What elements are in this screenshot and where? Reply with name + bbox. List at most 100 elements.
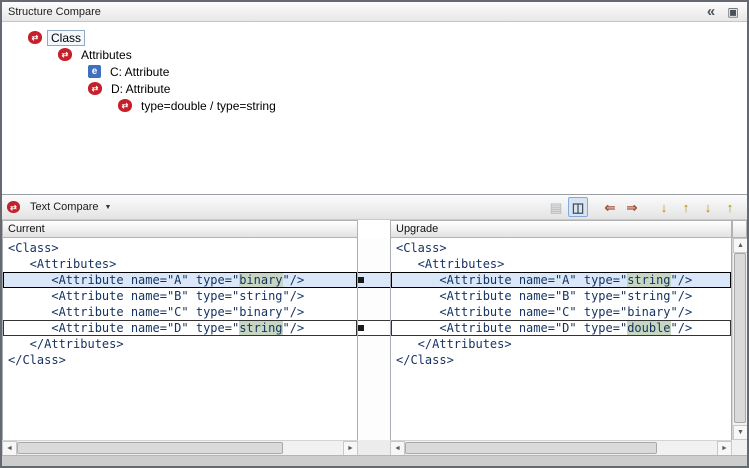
change-icon: ⇄ — [88, 82, 102, 95]
scroll-right-button[interactable]: ► — [343, 441, 358, 456]
diff-handle[interactable] — [358, 277, 364, 283]
dropdown-caret-icon: ▼ — [104, 204, 111, 211]
code-line[interactable]: <Attribute name="C" type="binary"/> — [391, 304, 731, 320]
code-text: <Class> — [396, 241, 447, 255]
changed-token: binary — [239, 273, 282, 287]
code-text: <Attribute name="C" type="binary"/> — [396, 305, 692, 319]
code-line[interactable]: <Class> — [3, 240, 357, 256]
scroll-left-button[interactable]: ◄ — [2, 441, 17, 456]
code-text: <Attributes> — [8, 257, 116, 271]
right-code-pane: <Class> <Attributes> <Attribute name="A"… — [390, 238, 732, 440]
code-line[interactable]: </Attributes> — [3, 336, 357, 352]
tree-item[interactable]: ⇄ type=double / type=string — [2, 97, 747, 114]
code-text: <Attribute name="B" type="string"/> — [396, 289, 692, 303]
code-line[interactable]: <Attributes> — [3, 256, 357, 272]
change-icon: ⇄ — [118, 99, 132, 112]
previous-change-icon[interactable]: ↑ — [720, 197, 740, 217]
previous-difference-icon-glyph: ↑ — [683, 201, 690, 214]
code-text: <Attribute name="D" type=" — [8, 321, 239, 335]
previous-change-icon-glyph: ↑ — [727, 201, 734, 214]
element-icon: e — [88, 65, 101, 78]
structure-compare-tree: ⇄ Class ⇄ AttributeseC: Attribute ⇄ D: Attrib… — [2, 22, 747, 194]
next-change-icon-glyph: ↓ — [705, 201, 712, 214]
code-text: <Attribute name="B" type="string"/> — [8, 289, 304, 303]
right-pane-header: Upgrade — [390, 220, 732, 238]
scroll-down-button[interactable]: ▼ — [733, 425, 748, 440]
left-horizontal-scrollbar[interactable]: ◄ ► — [2, 440, 358, 455]
compare-editor-window: Structure Compare « ▣ ⇄Class⇄Attributese… — [0, 0, 749, 468]
code-text: <Attribute name="A" type=" — [8, 273, 239, 287]
scroll-up-button[interactable]: ▲ — [733, 238, 748, 253]
code-line[interactable]: <Attribute name="A" type="binary"/> — [3, 272, 357, 288]
code-line[interactable]: </Class> — [3, 352, 357, 368]
right-horizontal-scrollbar[interactable]: ◄ ► — [390, 440, 732, 455]
right-pane-title: Upgrade — [396, 223, 438, 235]
next-change-icon[interactable]: ↓ — [698, 197, 718, 217]
view-menu-icon[interactable]: ▣ — [725, 5, 741, 19]
code-text: </Attributes> — [8, 337, 124, 351]
tree-item-label: Attributes — [77, 47, 136, 63]
code-line[interactable]: <Attribute name="D" type="string"/> — [3, 320, 357, 336]
copy-right-to-left-icon[interactable]: ⇐ — [600, 197, 620, 217]
code-text: <Class> — [8, 241, 59, 255]
code-line[interactable]: <Attribute name="A" type="string"/> — [391, 272, 731, 288]
code-text: <Attribute name="C" type="binary"/> — [8, 305, 304, 319]
diff-connector[interactable] — [358, 320, 390, 336]
change-icon: ⇄ — [28, 31, 42, 44]
left-pane-header: Current — [2, 220, 358, 238]
scrollbar-corner — [732, 440, 747, 455]
scrollbar-gap — [358, 440, 390, 455]
code-line[interactable]: </Attributes> — [391, 336, 731, 352]
left-pane-title: Current — [8, 223, 45, 235]
previous-difference-icon[interactable]: ↑ — [676, 197, 696, 217]
next-difference-icon[interactable]: ↓ — [654, 197, 674, 217]
left-code-pane: <Class> <Attributes> <Attribute name="A"… — [2, 238, 358, 440]
text-compare-header: ⇄ Text Compare ▼ ▤◫ ⇐ ⇒ ↓ ↑ ↓ ↑ — [2, 194, 747, 220]
text-compare-menu[interactable]: Text Compare ▼ — [30, 201, 111, 213]
code-line[interactable]: <Attribute name="B" type="string"/> — [3, 288, 357, 304]
show-ancestor-pane-icon[interactable]: ▤ — [546, 197, 566, 217]
scroll-left-button[interactable]: ◄ — [390, 441, 405, 456]
two-way-compare-icon[interactable]: ◫ — [568, 197, 588, 217]
change-icon: ⇄ — [7, 201, 20, 213]
code-line[interactable]: <Attribute name="D" type="double"/> — [391, 320, 731, 336]
scroll-right-button[interactable]: ► — [717, 441, 732, 456]
tree-item[interactable]: ⇄ Class — [2, 29, 747, 46]
code-text: <Attributes> — [396, 257, 504, 271]
code-text: </Class> — [396, 353, 454, 367]
copy-left-to-right-icon-glyph: ⇒ — [627, 201, 638, 214]
structure-compare-header: Structure Compare « ▣ — [2, 2, 747, 22]
code-line[interactable]: <Attribute name="B" type="string"/> — [391, 288, 731, 304]
diff-handle[interactable] — [358, 325, 364, 331]
tree-item[interactable]: eC: Attribute — [2, 63, 747, 80]
collapse-pane-icon[interactable]: « — [703, 6, 719, 18]
code-text: "/> — [671, 273, 693, 287]
tree-item[interactable]: ⇄ D: Attribute — [2, 80, 747, 97]
code-line[interactable]: <Class> — [391, 240, 731, 256]
next-difference-icon-glyph: ↓ — [661, 201, 668, 214]
code-text: </Class> — [8, 353, 66, 367]
code-line[interactable]: </Class> — [391, 352, 731, 368]
right-horizontal-scroll-thumb[interactable] — [405, 442, 657, 454]
tree-item-label: type=double / type=string — [137, 98, 280, 114]
vertical-scroll-thumb[interactable] — [734, 253, 746, 423]
code-text: <Attribute name="D" type=" — [396, 321, 627, 335]
code-line[interactable]: <Attribute name="C" type="binary"/> — [3, 304, 357, 320]
copy-left-to-right-icon[interactable]: ⇒ — [622, 197, 642, 217]
change-icon: ⇄ — [58, 48, 72, 61]
code-text: "/> — [283, 321, 305, 335]
tree-item[interactable]: ⇄ Attributes — [2, 46, 747, 63]
tree-item-label: Class — [47, 30, 85, 46]
vertical-scrollbar[interactable]: ▲ ▼ — [732, 238, 747, 440]
compare-toolbar: ▤◫ ⇐ ⇒ ↓ ↑ ↓ ↑ — [546, 197, 742, 217]
changed-token: string — [239, 321, 282, 335]
diff-connector-selected[interactable] — [358, 272, 390, 288]
diff-gutter — [358, 238, 390, 440]
code-text: "/> — [671, 321, 693, 335]
code-line[interactable]: <Attributes> — [391, 256, 731, 272]
copy-right-to-left-icon-glyph: ⇐ — [605, 201, 616, 214]
left-horizontal-scroll-thumb[interactable] — [17, 442, 283, 454]
changed-token: double — [627, 321, 670, 335]
header-filler — [732, 220, 747, 238]
tree-item-label: D: Attribute — [107, 81, 174, 97]
